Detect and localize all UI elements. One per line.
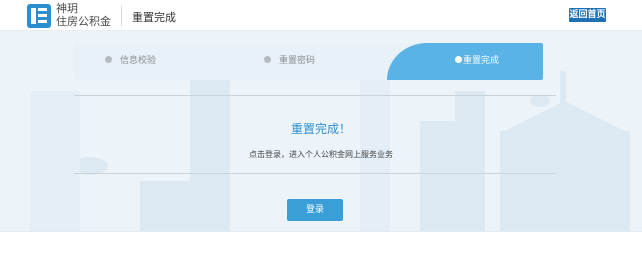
login-button[interactable]: 登录 xyxy=(287,199,343,221)
success-title: 重置完成！ xyxy=(290,122,351,136)
divider-top xyxy=(74,95,556,96)
step-dot-icon xyxy=(455,56,462,63)
header-divider xyxy=(121,6,122,26)
logo-icon xyxy=(27,4,51,28)
footer-band xyxy=(0,231,642,270)
home-button[interactable]: 返回首页 xyxy=(569,8,606,22)
step-dot-icon xyxy=(105,56,112,63)
divider-bottom xyxy=(74,173,556,174)
progress-steps: 信息校验 重置密码 重置完成 xyxy=(74,43,543,80)
step-label: 重置密码 xyxy=(279,56,316,66)
step-reset-password: 重置密码 xyxy=(264,43,315,80)
step-label: 信息校验 xyxy=(120,56,157,66)
step-dot-icon xyxy=(264,56,271,63)
top-header: 神玥 住房公积金 重置完成 返回首页 xyxy=(0,0,642,31)
logo-line-2: 住房公积金 xyxy=(56,15,111,28)
page-heading: 重置完成 xyxy=(132,11,176,24)
success-description: 点击登录，进入个人公积金网上服务业务 xyxy=(249,150,393,159)
logo-line-1: 神玥 xyxy=(56,2,78,15)
step-label: 重置完成 xyxy=(463,56,500,66)
step-verify: 信息校验 xyxy=(105,43,156,80)
logo-text: 神玥 住房公积金 xyxy=(56,2,111,28)
step-complete-active: 重置完成 xyxy=(387,43,543,80)
